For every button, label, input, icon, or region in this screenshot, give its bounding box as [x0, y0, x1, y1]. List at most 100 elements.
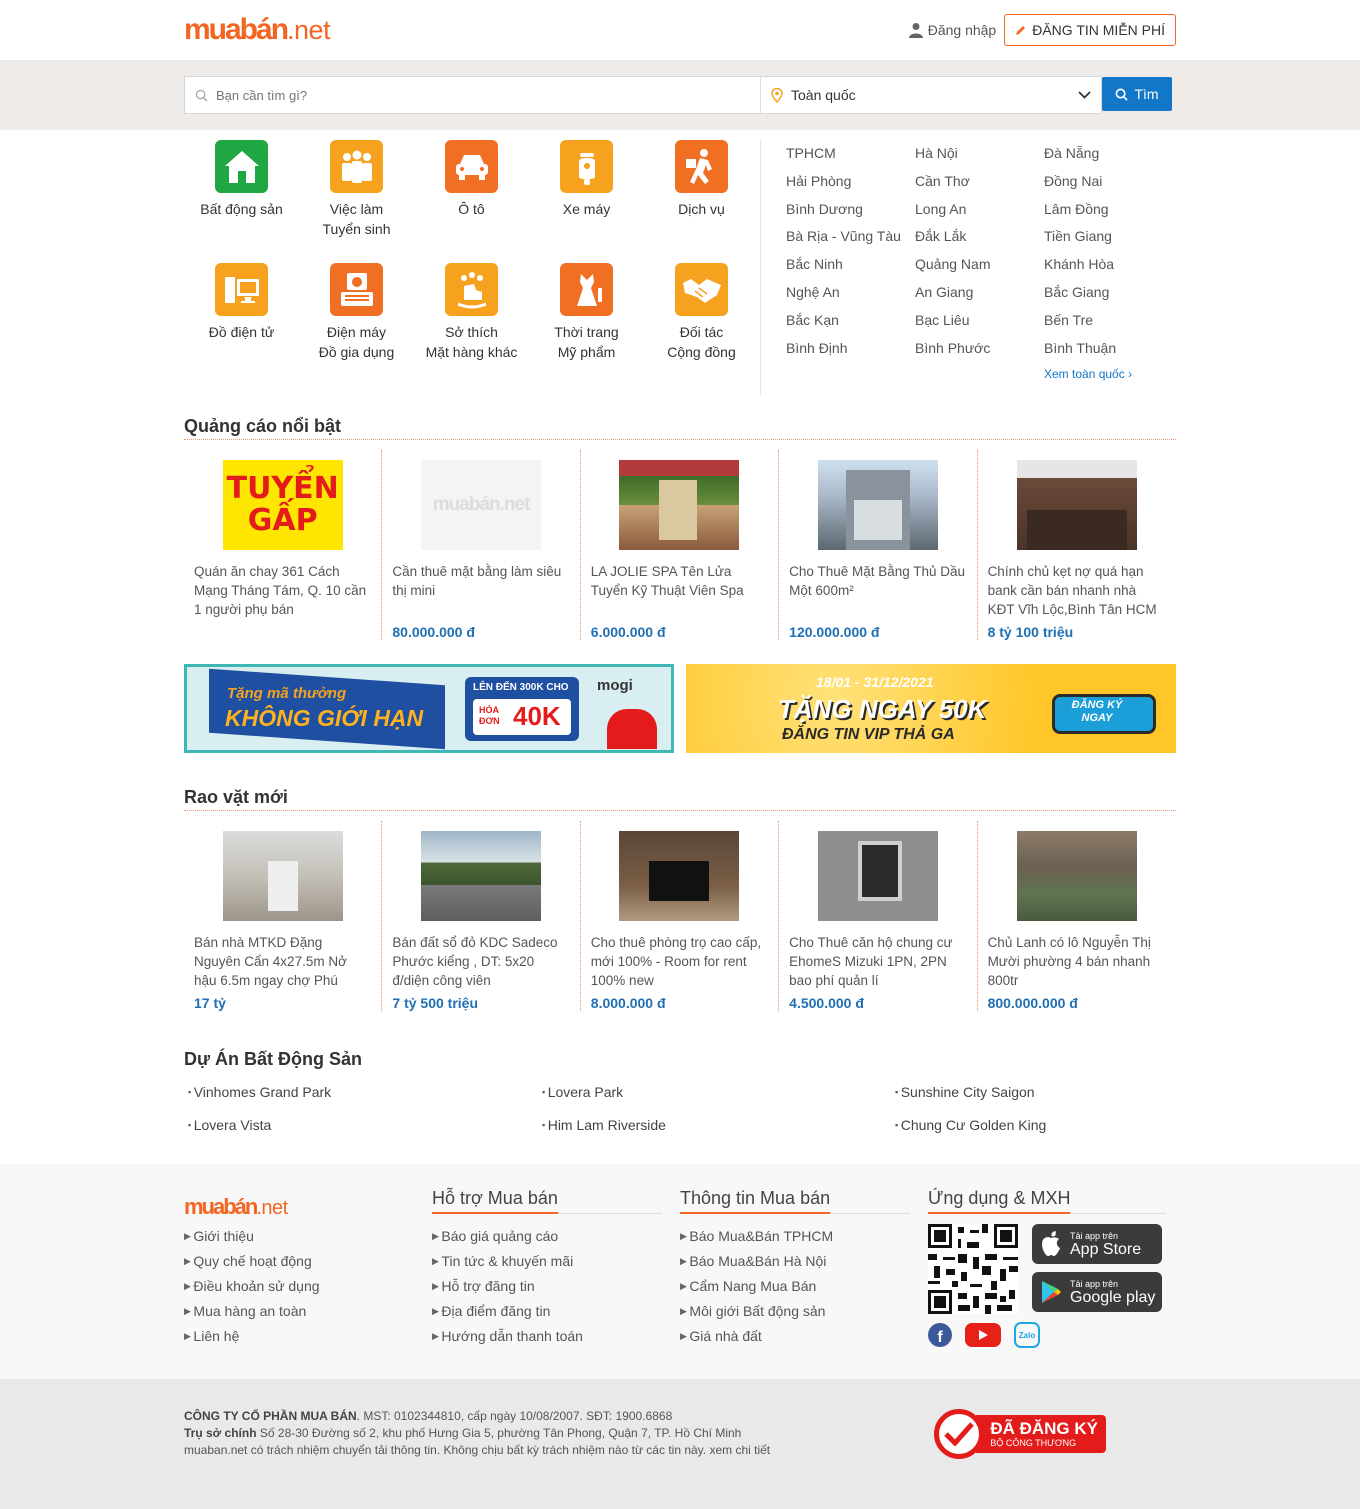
city-link[interactable]: Đắk Lắk	[915, 228, 1044, 256]
footer-link[interactable]: Cẩm Nang Mua Bán	[680, 1274, 928, 1299]
city-link[interactable]: Bạc Liêu	[915, 312, 1044, 340]
footer-link[interactable]: Giới thiệu	[184, 1224, 432, 1249]
zalo-icon[interactable]: Zalo	[1014, 1322, 1040, 1348]
post-free-ad-button[interactable]: ĐĂNG TIN MIỄN PHÍ	[1004, 14, 1176, 46]
scooter-icon	[560, 140, 613, 193]
footer-link[interactable]: Môi giới Bất động sản	[680, 1299, 928, 1324]
site-logo[interactable]: muabán .net	[184, 13, 331, 47]
promo-banner-vip[interactable]: 18/01 - 31/12/2021 TẶNG NGAY 50K ĐĂNG TI…	[686, 664, 1176, 753]
footer-link[interactable]: Báo giá quảng cáo	[432, 1224, 680, 1249]
project-link[interactable]: Sunshine City Saigon	[895, 1084, 1180, 1117]
app-store-button[interactable]: Tải app trên App Store	[1032, 1224, 1162, 1264]
city-link[interactable]: Tiền Giang	[1044, 228, 1173, 256]
new-ad-thumbnail	[222, 831, 343, 921]
footer-link[interactable]: Quy chế hoạt động	[184, 1249, 432, 1274]
new-ads-section-title: Rao vặt mới	[184, 787, 1176, 811]
search-bar: Toàn quốc Tìm	[0, 60, 1360, 130]
toy-horse-icon	[445, 263, 498, 316]
checkmark-seal-icon	[934, 1408, 985, 1459]
category-cars[interactable]: Ô tô	[414, 140, 529, 263]
google-play-button[interactable]: Tải app trên Google play	[1032, 1272, 1162, 1312]
site-footer: muabán.net Giới thiệu Quy chế hoạt động …	[0, 1164, 1360, 1379]
city-link[interactable]: Hải Phòng	[786, 173, 915, 201]
footer-link[interactable]: Hướng dẫn thanh toán	[432, 1324, 680, 1349]
city-link[interactable]: Cần Thơ	[915, 173, 1044, 201]
category-partners[interactable]: Đối tác Cộng đồng	[644, 263, 759, 386]
featured-item[interactable]: Cho Thuê Mặt Bằng Thủ Dầu Một 600m² 120.…	[779, 450, 978, 640]
city-link[interactable]: Bắc Ninh	[786, 256, 915, 284]
city-link[interactable]: Bến Tre	[1044, 312, 1173, 340]
footer-link[interactable]: Hỗ trợ đăng tin	[432, 1274, 680, 1299]
featured-item[interactable]: muabán.net Cần thuê mặt bằng làm siêu th…	[382, 450, 581, 640]
city-link[interactable]: Bình Phước	[915, 340, 1044, 368]
appliance-icon	[330, 263, 383, 316]
location-select[interactable]: Toàn quốc	[761, 87, 1101, 103]
search-input[interactable]	[216, 87, 736, 103]
new-ad-item[interactable]: Bán đất sổ đỏ KDC Sadeco Phước kiểng , D…	[382, 821, 581, 1011]
category-grid: Bất động sản Việc làm Tuyển sinh Ô tô Xe …	[184, 140, 760, 390]
facebook-icon[interactable]: f	[928, 1323, 952, 1347]
footer-link[interactable]: Báo Mua&Bán TPHCM	[680, 1224, 928, 1249]
project-link[interactable]: Chung Cư Golden King	[895, 1117, 1180, 1150]
featured-item[interactable]: LA JOLIE SPA Tên Lửa Tuyển Kỹ Thuật Viên…	[581, 450, 780, 640]
project-link[interactable]: Lovera Park	[542, 1084, 895, 1117]
dress-icon	[560, 263, 613, 316]
company-info: CÔNG TY CỔ PHẦN MUA BÁN. MST: 0102344810…	[184, 1409, 771, 1459]
footer-link[interactable]: Điều khoản sử dụng	[184, 1274, 432, 1299]
new-ad-thumbnail	[817, 831, 938, 921]
footer-link[interactable]: Báo Mua&Bán Hà Nội	[680, 1249, 928, 1274]
city-link[interactable]: Quảng Nam	[915, 256, 1044, 284]
category-motorbikes[interactable]: Xe máy	[529, 140, 644, 263]
project-link[interactable]: Lovera Vista	[188, 1117, 542, 1150]
city-link[interactable]: Nghệ An	[786, 284, 915, 312]
new-ad-item[interactable]: Cho thuê phòng trọ cao cấp, mới 100% - R…	[581, 821, 780, 1011]
new-ad-item[interactable]: Cho Thuê căn hộ chung cư EhomeS Mizuki 1…	[779, 821, 978, 1011]
featured-item[interactable]: TUYỂN GẤP Quán ăn chay 361 Cách Mạng Thá…	[184, 450, 383, 640]
car-icon	[445, 140, 498, 193]
city-link[interactable]: Hà Nội	[915, 145, 1044, 173]
footer-link[interactable]: Địa điểm đăng tin	[432, 1299, 680, 1324]
category-jobs[interactable]: Việc làm Tuyển sinh	[299, 140, 414, 263]
view-all-cities-link[interactable]: Xem toàn quốc ›	[1044, 367, 1173, 395]
city-link[interactable]: Bắc Giang	[1044, 284, 1173, 312]
project-link[interactable]: Him Lam Riverside	[542, 1117, 895, 1150]
city-link[interactable]: TPHCM	[786, 145, 915, 173]
footer-link[interactable]: Mua hàng an toàn	[184, 1299, 432, 1324]
category-real-estate[interactable]: Bất động sản	[184, 140, 299, 263]
category-fashion[interactable]: Thời trang Mỹ phẩm	[529, 263, 644, 386]
youtube-icon[interactable]	[965, 1323, 1001, 1347]
featured-item[interactable]: Chính chủ kẹt nợ quá hạn bank cần bán nh…	[978, 450, 1176, 640]
chevron-down-icon	[1078, 91, 1091, 99]
city-link[interactable]: Bình Thuận	[1044, 340, 1173, 368]
registered-badge[interactable]: ĐÃ ĐĂNG KÝ BỘ CÔNG THƯƠNG	[934, 1408, 1106, 1459]
google-play-icon	[1042, 1281, 1061, 1303]
city-link[interactable]: Bình Dương	[786, 201, 915, 229]
city-link[interactable]: Bình Định	[786, 340, 915, 368]
footer-link[interactable]: Liên hệ	[184, 1324, 432, 1349]
city-link[interactable]: Bắc Kạn	[786, 312, 915, 340]
disclaimer-link[interactable]: muaban.net có trách nhiệm chuyển tải thô…	[184, 1442, 770, 1459]
city-link[interactable]: Long An	[915, 201, 1044, 229]
city-link[interactable]: Khánh Hòa	[1044, 256, 1173, 284]
city-link[interactable]: Đà Nẵng	[1044, 145, 1173, 173]
footer-link[interactable]: Tin tức & khuyến mãi	[432, 1249, 680, 1274]
city-link[interactable]: Bà Rịa - Vũng Tàu	[786, 228, 915, 256]
footer-link[interactable]: Giá nhà đất	[680, 1324, 928, 1349]
new-ad-item[interactable]: Bán nhà MTKD Đặng Nguyên Cẩn 4x27.5m Nở …	[184, 821, 383, 1011]
delivery-icon	[675, 140, 728, 193]
city-link[interactable]: Đồng Nai	[1044, 173, 1173, 201]
footer-heading: Thông tin Mua bán	[680, 1188, 831, 1214]
promo-banner-mogi[interactable]: Tặng mã thưởng KHÔNG GIỚI HẠN LÊN ĐẾN 30…	[184, 664, 674, 753]
new-ad-thumbnail	[619, 831, 740, 921]
city-link[interactable]: Lâm Đồng	[1044, 201, 1173, 229]
category-hobbies[interactable]: Sở thích Mặt hàng khác	[414, 263, 529, 386]
login-link[interactable]: Đăng nhập	[908, 22, 996, 38]
search-button[interactable]: Tìm	[1102, 77, 1172, 111]
project-link[interactable]: Vinhomes Grand Park	[188, 1084, 542, 1117]
footer-logo[interactable]: muabán .net	[184, 1194, 432, 1220]
city-link[interactable]: An Giang	[915, 284, 1044, 312]
category-electronics[interactable]: Đồ điện tử	[184, 263, 299, 386]
new-ad-item[interactable]: Chủ Lanh có lô Nguyễn Thị Mười phường 4 …	[978, 821, 1176, 1011]
category-services[interactable]: Dịch vụ	[644, 140, 759, 263]
category-appliances[interactable]: Điện máy Đồ gia dụng	[299, 263, 414, 386]
